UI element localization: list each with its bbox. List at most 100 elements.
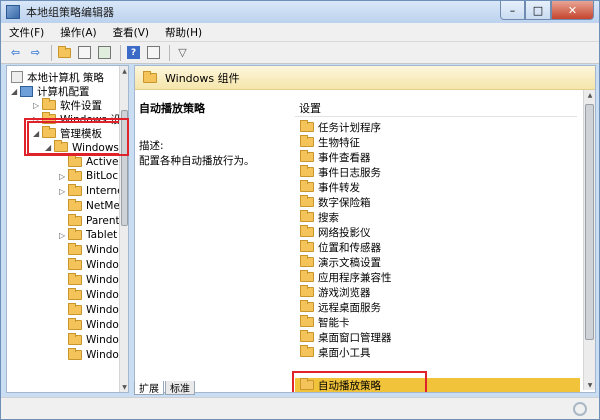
list-item[interactable]: 位置和传感器 (300, 240, 381, 254)
list-scrollbar[interactable]: ▲ ▼ (583, 90, 595, 390)
tree-root-label: 本地计算机 策略 (27, 71, 104, 84)
column-header-settings[interactable]: 设置 (299, 100, 321, 116)
list-item[interactable]: 演示文稿设置 (300, 255, 381, 269)
tree-child-item[interactable]: Windo (59, 303, 119, 317)
menu-help[interactable]: 帮助(H) (157, 25, 210, 40)
tree-child-item[interactable]: ▷ BitLock (59, 169, 124, 183)
toolbar-separator (169, 44, 170, 61)
list-item[interactable]: 桌面窗口管理器 (300, 330, 392, 344)
forward-arrow-icon[interactable]: ⇨ (27, 44, 44, 61)
tree-child-label: Windo (86, 304, 119, 316)
list-item[interactable]: 任务计划程序 (300, 120, 381, 134)
list-item[interactable]: 应用程序兼容性 (300, 270, 392, 284)
tree-child-item[interactable]: NetMe (59, 199, 120, 213)
tree-child-item[interactable]: ActiveX (59, 155, 126, 169)
list-item[interactable]: 事件查看器 (300, 150, 371, 164)
watermark-logo (441, 401, 591, 417)
console-tree[interactable]: 本地计算机 策略 ◢ 计算机配置 ▷ 软件设置 ▷ Windows 设置 ◢ 管… (6, 65, 129, 393)
tree-child-label: Parent (86, 215, 120, 227)
list-item[interactable]: 事件日志服务 (300, 165, 381, 179)
properties-icon[interactable] (145, 44, 162, 61)
tab-extended[interactable]: 扩展 (134, 381, 164, 395)
filter-icon[interactable]: ▽ (174, 44, 191, 61)
watermark-icon (573, 402, 587, 416)
list-item[interactable]: 搜索 (300, 210, 339, 224)
collapsed-arrow-icon[interactable]: ▷ (59, 231, 68, 240)
group-policy-window: 本地组策略编辑器 – □ ✕ 文件(F) 操作(A) 查看(V) 帮助(H) ⇦… (0, 0, 600, 420)
minimize-button[interactable]: – (500, 1, 525, 20)
folder-icon (68, 199, 82, 211)
tree-child-item[interactable]: Windo (59, 348, 119, 362)
expanded-arrow-icon[interactable]: ◢ (11, 87, 20, 96)
list-item[interactable]: 生物特征 (300, 135, 360, 149)
tree-child-label: Windo (86, 319, 119, 331)
list-item-label: 智能卡 (318, 316, 350, 329)
tree-root[interactable]: 本地计算机 策略 (11, 70, 104, 84)
close-button[interactable]: ✕ (551, 1, 594, 20)
tree-child-item[interactable]: Windo (59, 243, 119, 257)
tree-computer-config-label: 计算机配置 (37, 85, 90, 98)
settings-list[interactable]: 设置 任务计划程序 生物特征 事件查看器 事件日志服务 事件转发 数字保险箱 搜… (292, 90, 595, 392)
tree-child-item[interactable]: ▷ Tablet (59, 228, 117, 242)
list-item[interactable]: 游戏浏览器 (300, 285, 371, 299)
folder-header: Windows 组件 (135, 66, 595, 90)
tree-scrollbar[interactable]: ▲ ▼ (119, 66, 128, 392)
tree-child-label: Windo (86, 349, 119, 361)
list-item-label: 任务计划程序 (318, 121, 381, 134)
toolbar-separator (51, 44, 52, 61)
tree-child-item[interactable]: Windo (59, 273, 119, 287)
tree-computer-config[interactable]: ◢ 计算机配置 (11, 84, 90, 98)
list-item-label: 应用程序兼容性 (318, 271, 392, 284)
folder-icon (300, 210, 314, 222)
tree-child-item[interactable]: ▷ Interne (59, 184, 124, 198)
tree-software-settings-label: 软件设置 (60, 99, 102, 112)
tree-child-item[interactable]: Windo (59, 333, 119, 347)
folder-icon (68, 333, 82, 345)
list-item-label: 数字保险箱 (318, 196, 371, 209)
folder-header-title: Windows 组件 (165, 71, 240, 85)
export-list-icon[interactable] (96, 44, 113, 61)
tree-software-settings[interactable]: ▷ 软件设置 (33, 98, 102, 112)
folder-icon (300, 285, 314, 297)
show-hide-tree-icon[interactable] (76, 44, 93, 61)
tree-child-item[interactable]: Parent (59, 214, 120, 228)
up-folder-icon[interactable] (56, 44, 73, 61)
tree-child-item[interactable]: Windo (59, 318, 119, 332)
help-icon[interactable]: ? (125, 44, 142, 61)
title-bar[interactable]: 本地组策略编辑器 – □ ✕ (1, 1, 599, 23)
collapsed-arrow-icon[interactable]: ▷ (59, 172, 68, 181)
list-scroll-thumb[interactable] (585, 104, 594, 340)
folder-icon (300, 195, 314, 207)
folder-icon (300, 120, 314, 132)
menu-file[interactable]: 文件(F) (1, 25, 52, 40)
list-item[interactable]: 网络投影仪 (300, 225, 371, 239)
list-item[interactable]: 数字保险箱 (300, 195, 371, 209)
menu-view[interactable]: 查看(V) (105, 25, 157, 40)
list-item[interactable]: 远程桌面服务 (300, 300, 381, 314)
maximize-button[interactable]: □ (525, 1, 551, 20)
list-item[interactable]: 事件转发 (300, 180, 360, 194)
scroll-down-arrow-icon[interactable]: ▼ (120, 382, 128, 392)
list-item[interactable]: 桌面小工具 (300, 345, 371, 359)
menu-action[interactable]: 操作(A) (52, 25, 104, 40)
collapsed-arrow-icon[interactable]: ▷ (33, 101, 42, 110)
tree-child-item[interactable]: Windo (59, 288, 119, 302)
scroll-down-arrow-icon[interactable]: ▼ (584, 380, 595, 390)
toolbar: ⇦ ⇨ ? ▽ (1, 42, 599, 64)
folder-icon (300, 330, 314, 342)
list-item[interactable]: 智能卡 (300, 315, 350, 329)
back-arrow-icon[interactable]: ⇦ (7, 44, 24, 61)
tree-child-label: Windo (86, 244, 119, 256)
tree-child-item[interactable]: Windo (59, 258, 119, 272)
scroll-up-arrow-icon[interactable]: ▲ (584, 90, 595, 100)
tree-child-label: Windo (86, 259, 119, 271)
collapsed-arrow-icon[interactable]: ▷ (59, 187, 68, 196)
tab-standard[interactable]: 标准 (165, 381, 195, 395)
folder-icon (300, 345, 314, 357)
list-item-label: 演示文稿设置 (318, 256, 381, 269)
folder-icon (300, 225, 314, 237)
view-tabs: 扩展 标准 (134, 381, 196, 395)
scroll-up-arrow-icon[interactable]: ▲ (120, 66, 128, 76)
computer-icon (20, 85, 33, 97)
folder-icon (68, 243, 82, 255)
